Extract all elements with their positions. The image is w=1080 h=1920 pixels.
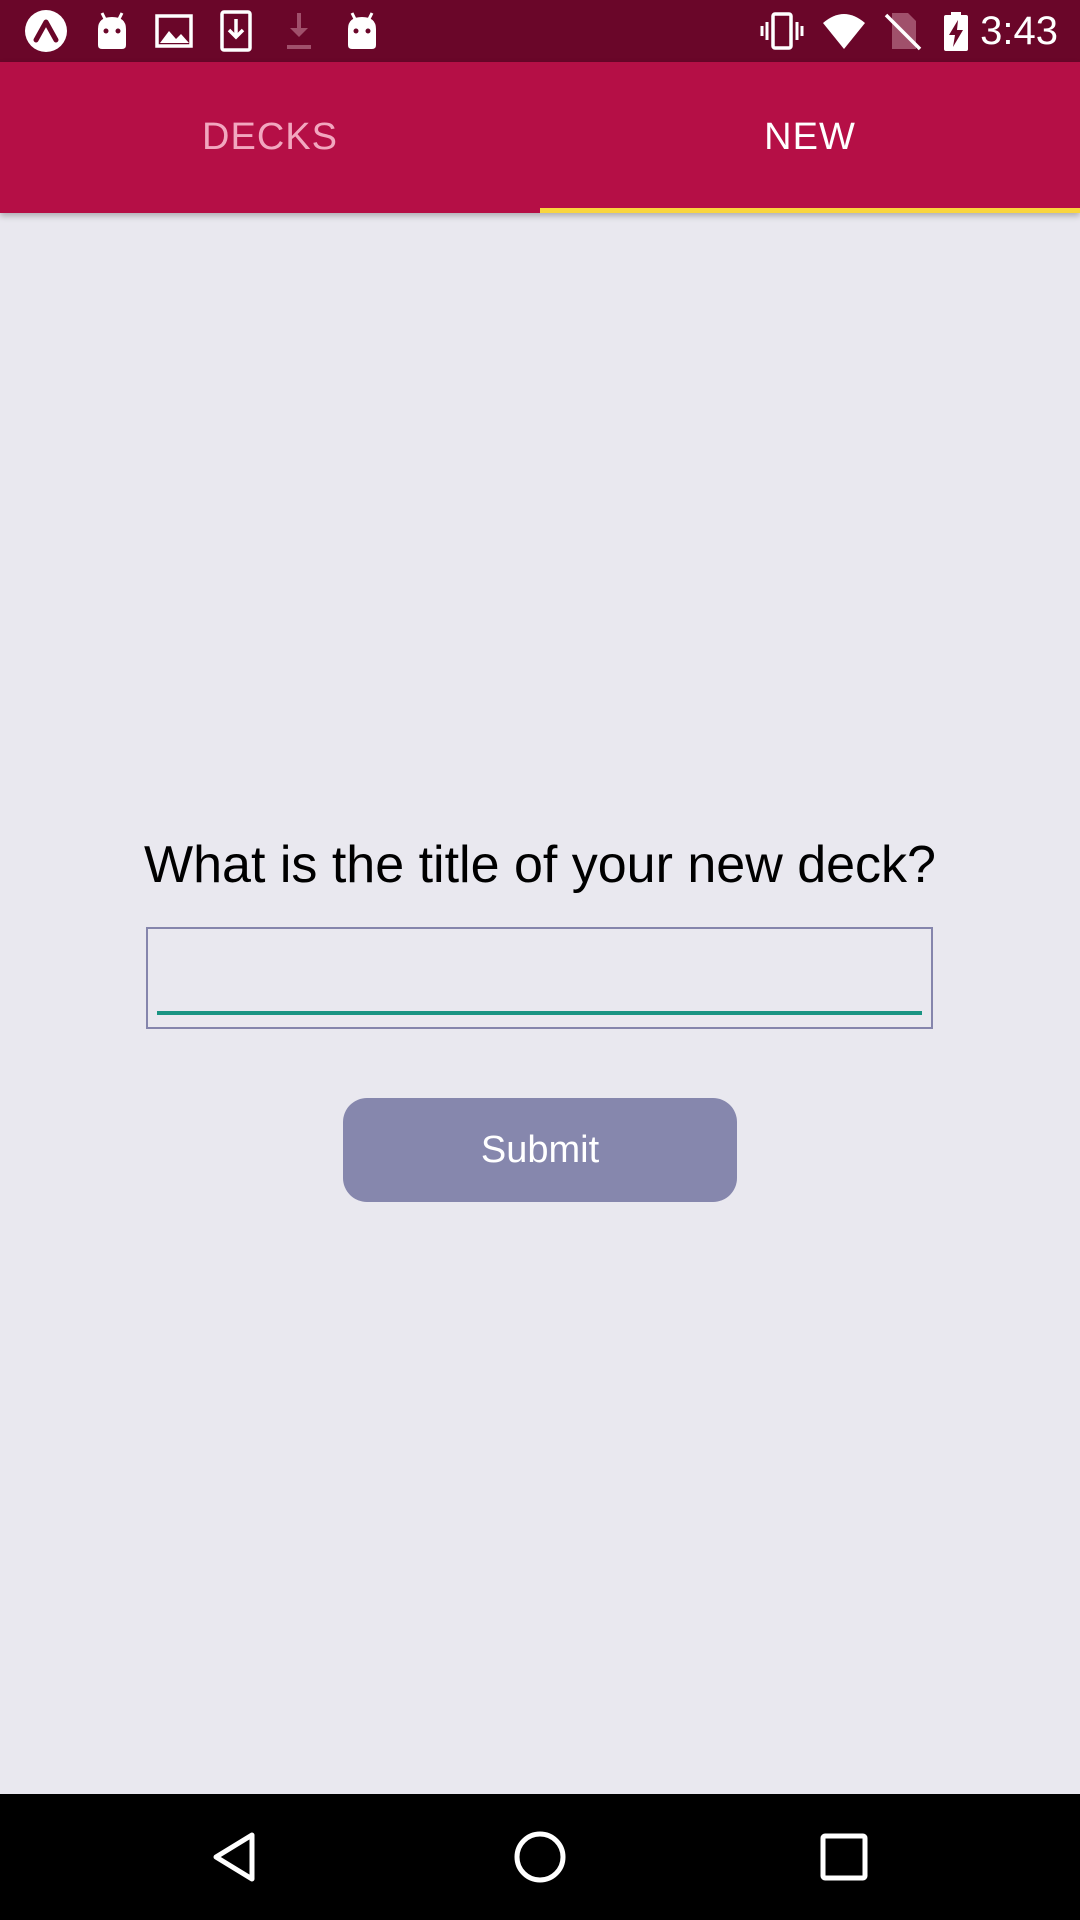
submit-button[interactable]: Submit [343, 1098, 737, 1202]
no-sim-icon [884, 13, 922, 51]
battery-charging-icon [944, 12, 968, 51]
wifi-icon [823, 14, 865, 49]
tab-decks-label: DECKS [202, 116, 338, 158]
android-icon [98, 12, 126, 49]
image-icon [155, 14, 193, 48]
tab-new-label: NEW [764, 116, 856, 158]
tab-decks[interactable]: DECKS [0, 62, 540, 213]
recents-icon[interactable] [814, 1827, 874, 1887]
vibrate-icon [760, 12, 804, 50]
back-icon[interactable] [206, 1827, 266, 1887]
deck-title-input[interactable] [157, 935, 922, 1015]
android-icon [348, 12, 376, 49]
expo-icon [25, 10, 67, 52]
home-icon[interactable] [510, 1827, 570, 1887]
status-time: 3:43 [980, 9, 1058, 53]
submit-button-label: Submit [480, 1128, 600, 1171]
status-bar: 3:43 [0, 0, 1080, 62]
tab-new[interactable]: NEW [540, 62, 1080, 213]
download-box-icon [220, 10, 252, 52]
download-icon [287, 13, 311, 49]
deck-title-input-container [146, 927, 933, 1029]
active-tab-indicator [540, 208, 1080, 213]
navigation-bar [0, 1794, 1080, 1920]
tab-bar: DECKS NEW [0, 62, 1080, 213]
deck-title-prompt: What is the title of your new deck? [144, 836, 936, 894]
input-underline [157, 1011, 922, 1015]
